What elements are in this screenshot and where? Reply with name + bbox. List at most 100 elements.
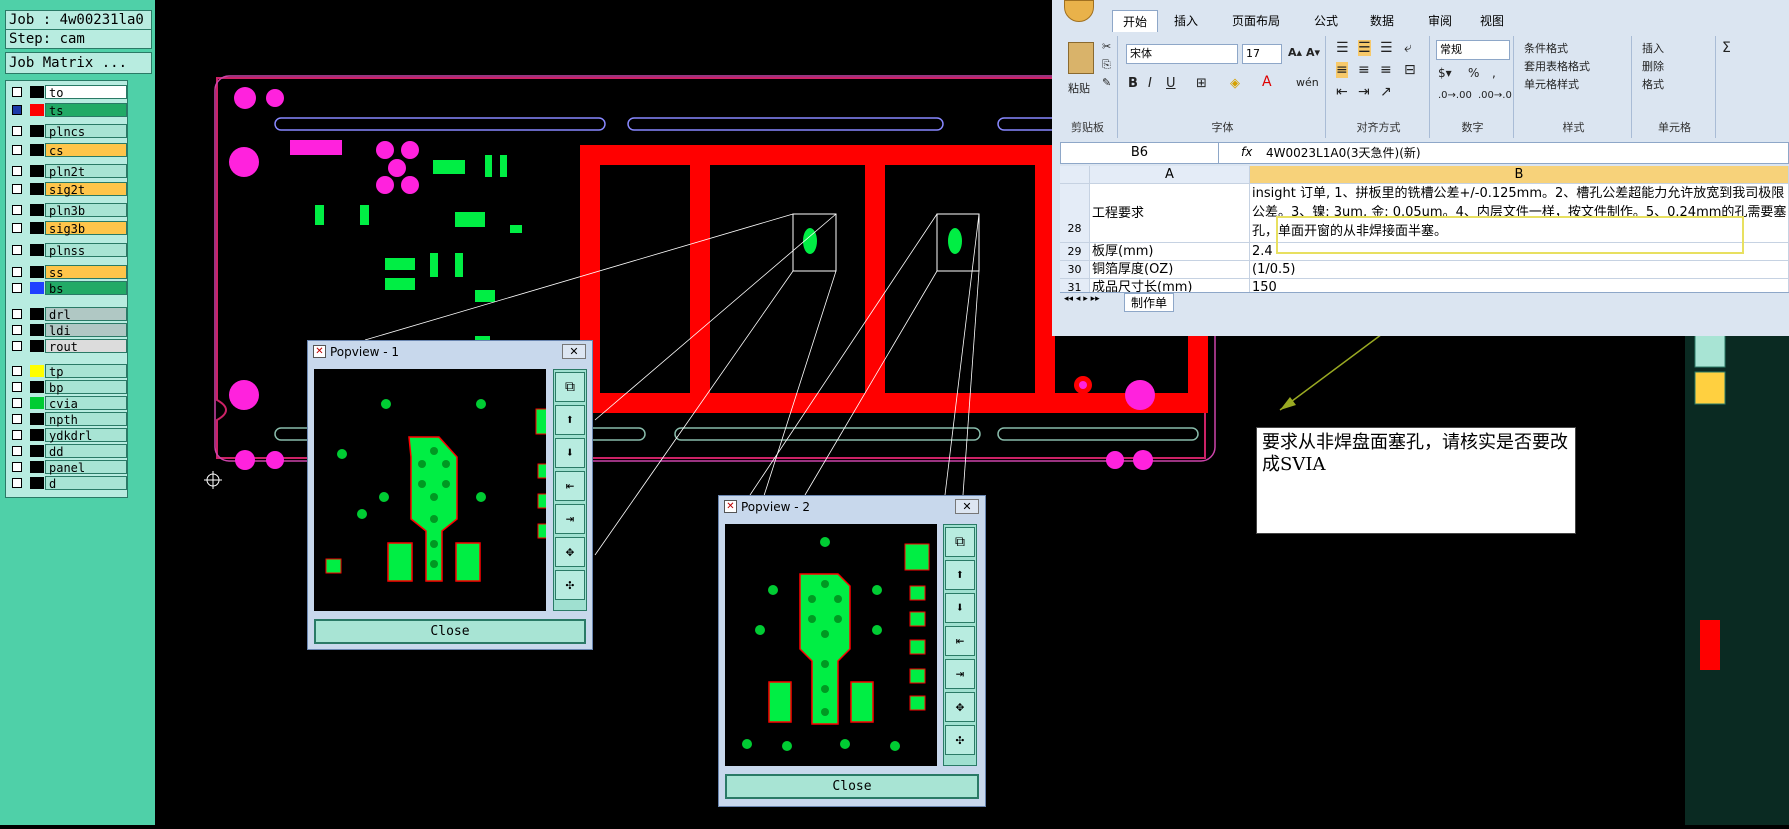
layer-row-dd[interactable]: dd xyxy=(8,444,127,459)
cell-b[interactable]: (1/0.5) xyxy=(1250,261,1789,279)
layer-name[interactable]: plncs xyxy=(45,124,127,139)
align-center-icon[interactable]: ≡ xyxy=(1358,62,1370,78)
layer-row-plncs[interactable]: plncs xyxy=(8,124,127,139)
layer-row-to[interactable]: to xyxy=(8,85,127,100)
layer-name[interactable]: pln2t xyxy=(45,164,127,179)
layer-name[interactable]: drl xyxy=(45,307,127,322)
layer-color-swatch[interactable] xyxy=(30,477,44,489)
layer-color-swatch[interactable] xyxy=(30,222,44,234)
pan-right-button[interactable]: ⇥ xyxy=(555,504,585,534)
layer-name[interactable]: sig2t xyxy=(45,182,127,197)
zoom-out-button[interactable]: ✣ xyxy=(945,725,975,755)
conditional-format-button[interactable]: 条件格式 xyxy=(1524,40,1568,56)
layer-checkbox[interactable] xyxy=(12,325,22,335)
increase-decimal-icon[interactable]: .0→.00 xyxy=(1438,90,1472,101)
align-right-icon[interactable]: ≡ xyxy=(1380,62,1392,78)
layer-row-bp[interactable]: bp xyxy=(8,380,127,395)
row-header[interactable]: 28 xyxy=(1060,184,1090,243)
layer-color-swatch[interactable] xyxy=(30,104,44,116)
layer-checkbox[interactable] xyxy=(12,223,22,233)
layer-checkbox[interactable] xyxy=(12,105,22,115)
ribbon-tab[interactable]: 审阅 xyxy=(1428,12,1452,29)
align-bottom-icon[interactable]: ☰ xyxy=(1380,40,1393,56)
orientation-icon[interactable]: ↗ xyxy=(1380,84,1392,100)
paste-button[interactable]: 粘贴 xyxy=(1068,80,1090,96)
ribbon-tab[interactable]: 数据 xyxy=(1370,12,1394,29)
font-color-icon[interactable]: A xyxy=(1262,74,1272,90)
layer-name[interactable]: dd xyxy=(45,444,127,459)
layer-row-drl[interactable]: drl xyxy=(8,307,127,322)
pan-left-button[interactable]: ⇤ xyxy=(555,471,585,501)
layer-name[interactable]: npth xyxy=(45,412,127,427)
layer-color-swatch[interactable] xyxy=(30,183,44,195)
layer-color-swatch[interactable] xyxy=(30,282,44,294)
layer-checkbox[interactable] xyxy=(12,446,22,456)
layer-checkbox[interactable] xyxy=(12,145,22,155)
layer-color-swatch[interactable] xyxy=(30,125,44,137)
shrink-font-icon[interactable]: A▾ xyxy=(1306,46,1320,59)
phonetic-icon[interactable]: wén xyxy=(1296,76,1319,89)
layer-name[interactable]: ss xyxy=(45,265,127,280)
layer-name[interactable]: pln3b xyxy=(45,203,127,218)
decrease-indent-icon[interactable]: ⇤ xyxy=(1336,84,1348,100)
currency-icon[interactable]: $▾ xyxy=(1438,66,1452,80)
layer-color-swatch[interactable] xyxy=(30,413,44,425)
column-header-a[interactable]: A xyxy=(1090,166,1250,184)
pan-up-button[interactable]: ⬆ xyxy=(945,560,975,590)
number-format-select[interactable]: 常规 xyxy=(1436,40,1510,60)
layer-name[interactable]: ydkdrl xyxy=(45,428,127,443)
layer-row-sig2t[interactable]: sig2t xyxy=(8,182,127,197)
row-header[interactable]: 29 xyxy=(1060,243,1090,261)
layer-checkbox[interactable] xyxy=(12,205,22,215)
layer-color-swatch[interactable] xyxy=(30,165,44,177)
layer-checkbox[interactable] xyxy=(12,283,22,293)
zoom-window-button[interactable]: ⧉ xyxy=(945,527,975,557)
zoom-out-button[interactable]: ✣ xyxy=(555,570,585,600)
layer-checkbox[interactable] xyxy=(12,382,22,392)
layer-color-swatch[interactable] xyxy=(30,397,44,409)
layer-color-swatch[interactable] xyxy=(30,445,44,457)
fill-color-icon[interactable]: ◈ xyxy=(1230,76,1240,91)
pan-up-button[interactable]: ⬆ xyxy=(555,405,585,435)
sum-icon[interactable]: Σ xyxy=(1722,40,1731,56)
align-middle-icon[interactable]: ☰ xyxy=(1358,40,1371,56)
layer-color-swatch[interactable] xyxy=(30,204,44,216)
ribbon-tab[interactable]: 页面布局 xyxy=(1232,12,1280,29)
layer-name[interactable]: cvia xyxy=(45,396,127,411)
layer-row-pln3b[interactable]: pln3b xyxy=(8,203,127,218)
layer-checkbox[interactable] xyxy=(12,398,22,408)
layer-color-swatch[interactable] xyxy=(30,461,44,473)
layer-row-sig3b[interactable]: sig3b xyxy=(8,221,127,236)
name-box[interactable]: B6 xyxy=(1061,143,1219,163)
cell-a[interactable]: 铜箔厚度(OZ) xyxy=(1090,261,1250,279)
layer-row-cvia[interactable]: cvia xyxy=(8,396,127,411)
layer-row-pln2t[interactable]: pln2t xyxy=(8,164,127,179)
pan-right-button[interactable]: ⇥ xyxy=(945,659,975,689)
layer-name[interactable]: to xyxy=(45,85,127,100)
layer-checkbox[interactable] xyxy=(12,166,22,176)
pan-down-button[interactable]: ⬇ xyxy=(945,593,975,623)
cut-icon[interactable]: ✂ xyxy=(1102,40,1111,53)
pan-left-button[interactable]: ⇤ xyxy=(945,626,975,656)
layer-checkbox[interactable] xyxy=(12,414,22,424)
popview-1-close-button[interactable]: Close xyxy=(314,619,586,644)
percent-icon[interactable]: % xyxy=(1468,66,1479,80)
layer-row-ldi[interactable]: ldi xyxy=(8,323,127,338)
layer-name[interactable]: bp xyxy=(45,380,127,395)
delete-cells-button[interactable]: 删除 xyxy=(1642,58,1664,74)
layer-checkbox[interactable] xyxy=(12,245,22,255)
layer-checkbox[interactable] xyxy=(12,309,22,319)
layer-row-ydkdrl[interactable]: ydkdrl xyxy=(8,428,127,443)
layer-name[interactable]: ldi xyxy=(45,323,127,338)
layer-row-bs[interactable]: bs xyxy=(8,281,127,296)
formula-input[interactable]: 4W0023L1A0(3天急件)(新) xyxy=(1266,143,1421,163)
align-top-icon[interactable]: ☰ xyxy=(1336,40,1349,56)
layer-color-swatch[interactable] xyxy=(30,429,44,441)
fx-icon[interactable]: fx xyxy=(1241,145,1252,159)
layer-row-panel[interactable]: panel xyxy=(8,460,127,475)
layer-row-d[interactable]: d xyxy=(8,476,127,491)
zoom-in-button[interactable]: ✥ xyxy=(555,537,585,567)
layer-color-swatch[interactable] xyxy=(30,365,44,377)
zoom-window-button[interactable]: ⧉ xyxy=(555,372,585,402)
layer-checkbox[interactable] xyxy=(12,267,22,277)
